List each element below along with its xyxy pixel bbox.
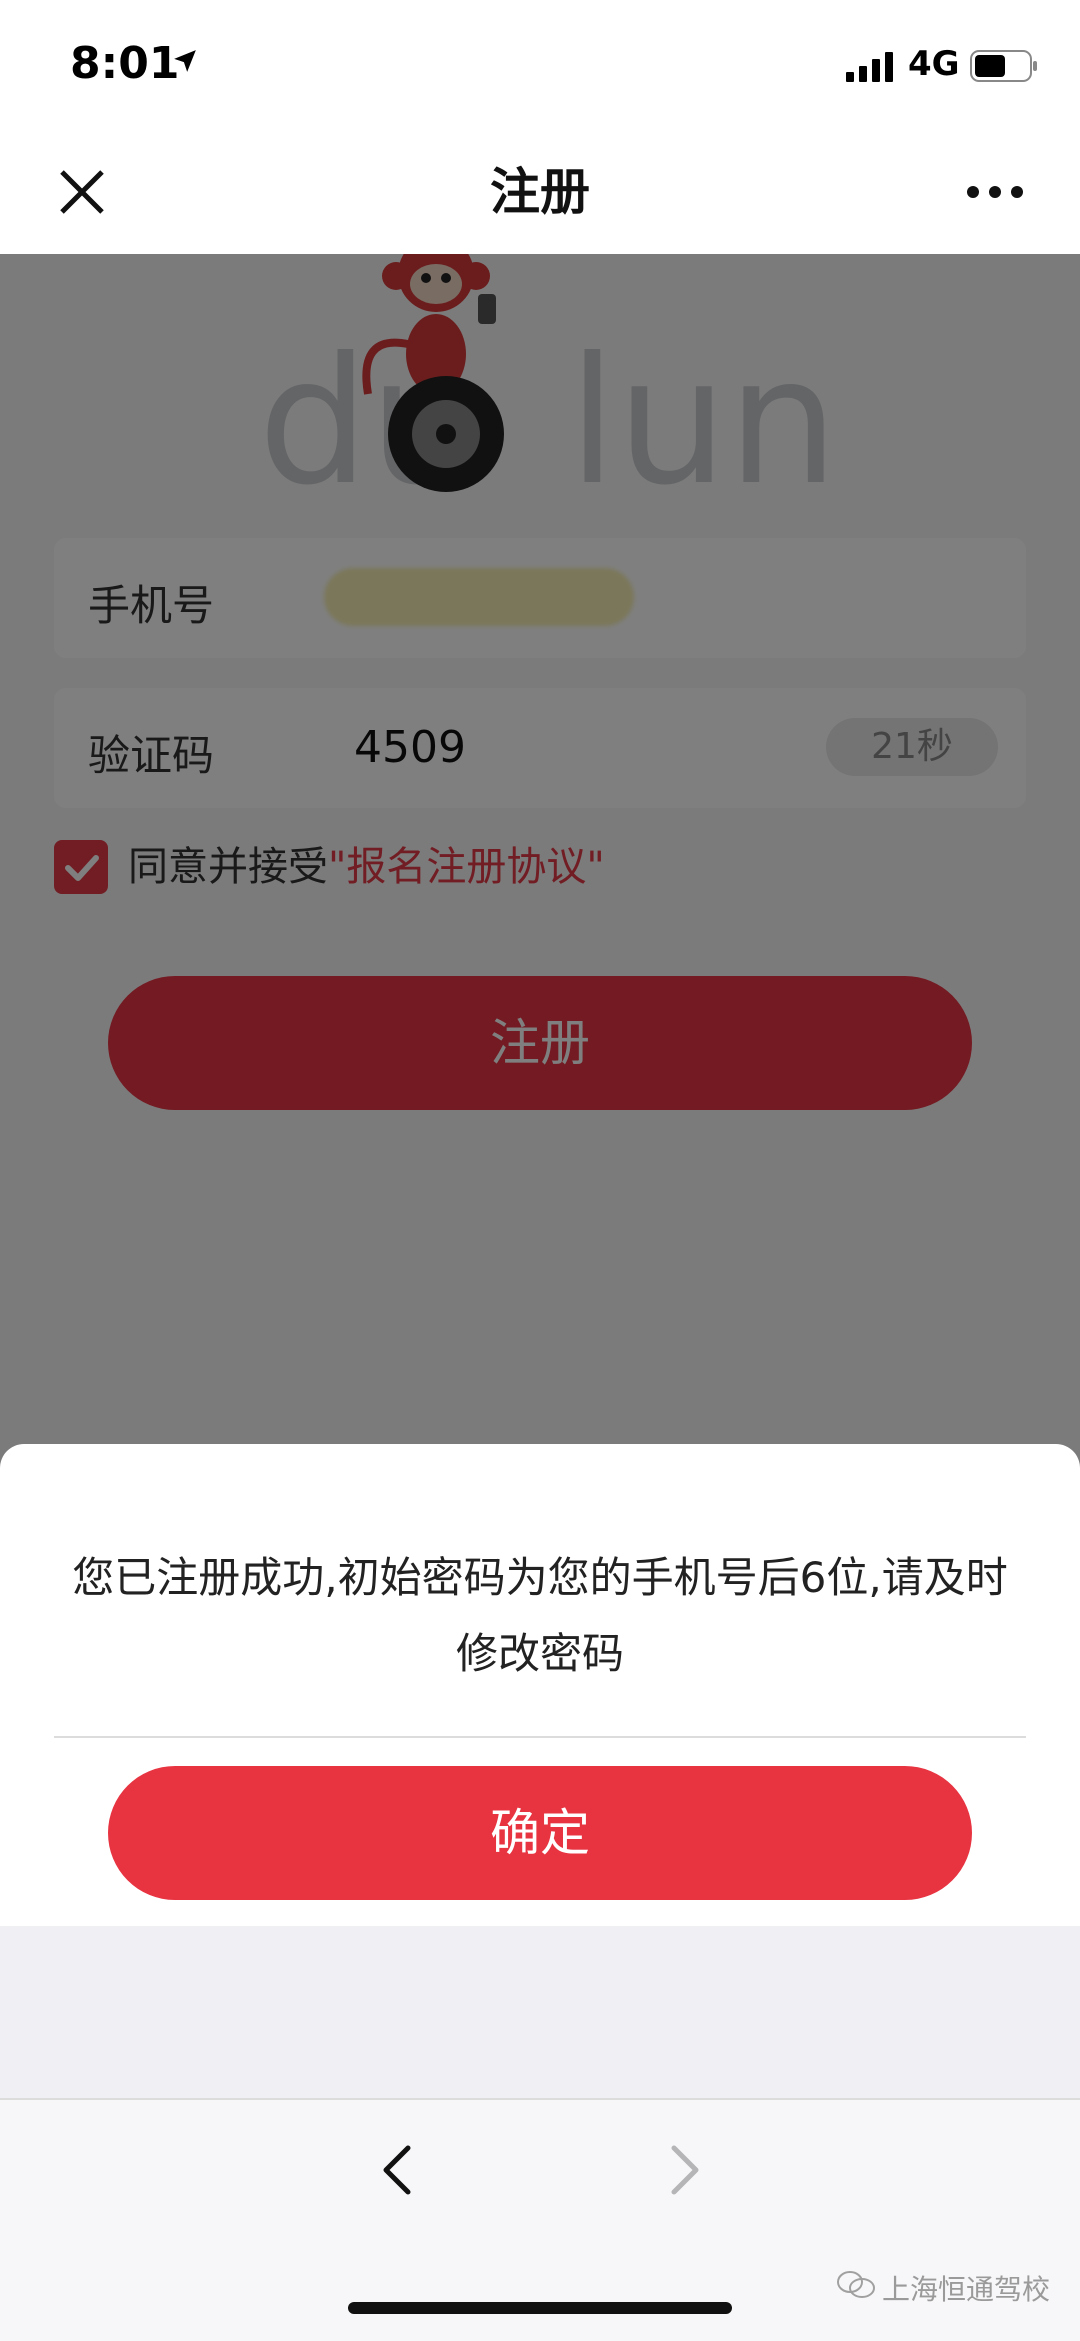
battery-icon — [970, 50, 1037, 82]
dialog-divider — [54, 1736, 1026, 1738]
confirm-button[interactable]: 确定 — [108, 1766, 972, 1900]
watermark-text: 上海恒通驾校 — [882, 2273, 1051, 2306]
wechat-icon — [837, 2271, 875, 2298]
forward-arrow-icon[interactable] — [652, 2140, 712, 2200]
page-title: 注册 — [490, 163, 590, 221]
back-arrow-icon[interactable] — [370, 2140, 430, 2200]
success-dialog: 您已注册成功,初始密码为您的手机号后6位,请及时修改密码 确定 — [0, 1444, 1080, 1926]
more-options-icon[interactable] — [960, 160, 1030, 224]
dialog-spacer — [0, 1926, 1080, 2098]
location-arrow-icon — [174, 50, 196, 72]
network-type: 4G — [908, 44, 960, 84]
cellular-signal-icon — [846, 52, 893, 82]
home-indicator[interactable] — [348, 2302, 732, 2314]
status-time: 8:01 — [70, 38, 180, 89]
dialog-message: 您已注册成功,初始密码为您的手机号后6位,请及时修改密码 — [72, 1553, 1008, 1678]
